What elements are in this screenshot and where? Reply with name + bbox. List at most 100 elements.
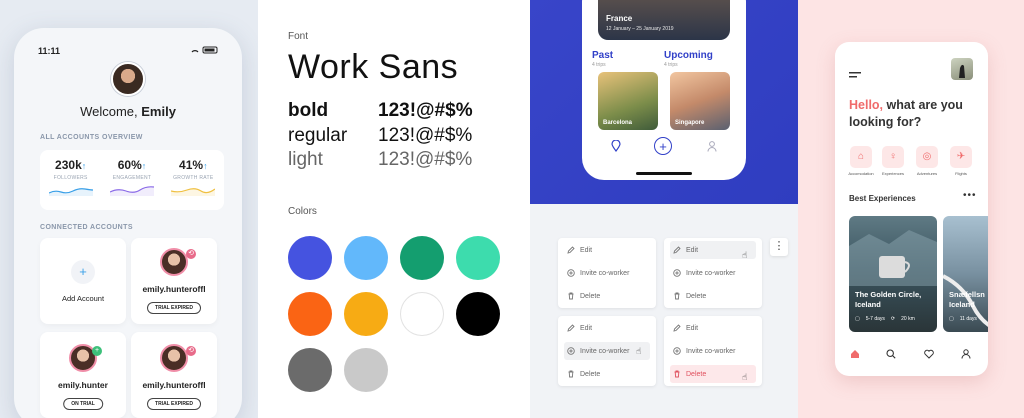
invite-menu-item[interactable]: Invite co-worker xyxy=(670,342,756,360)
stat-engagement: 60%↑ ENGAGEMENT xyxy=(106,158,158,210)
add-account-label: Add Account xyxy=(61,294,105,303)
plus-icon: + xyxy=(71,260,95,284)
status-badge: TRIAL EXPIRED xyxy=(147,398,201,410)
tab-past[interactable]: Past xyxy=(592,50,613,61)
experience-name: Snæfellsn Iceland xyxy=(949,290,985,309)
travel-panel: France 12 January – 25 January 2019 Past… xyxy=(530,0,798,418)
colors-label: Colors xyxy=(288,206,317,217)
more-options-button[interactable]: ⋮ xyxy=(770,238,788,256)
hero-dates: 12 January – 25 January 2019 xyxy=(606,26,674,32)
pencil-icon xyxy=(567,324,580,332)
color-swatch xyxy=(288,236,332,280)
category-accomodation[interactable]: ⌂ Accomodation xyxy=(845,146,877,176)
user-avatar[interactable] xyxy=(951,58,973,80)
stat-growth: 41%↑ GROWTH RATE xyxy=(167,158,219,210)
account-card[interactable]: + emily.hunter ON TRIAL xyxy=(40,332,126,418)
menu-icon[interactable] xyxy=(849,66,861,84)
account-card[interactable]: ⟲ emily.hunteroffl TRIAL EXPIRED xyxy=(131,332,217,418)
user-name: Emily xyxy=(141,104,176,119)
profile-icon[interactable] xyxy=(706,140,718,152)
edit-menu-item[interactable]: Edit xyxy=(564,241,650,259)
travel-app-backdrop: France 12 January – 25 January 2019 Past… xyxy=(530,0,798,204)
delete-menu-item[interactable]: Delete xyxy=(670,287,756,305)
route-icon: ⟳ xyxy=(890,316,896,322)
category-adventures[interactable]: ◎ Adventures xyxy=(911,146,943,176)
edit-menu-item[interactable]: Edit xyxy=(670,319,756,337)
tab-upcoming[interactable]: Upcoming xyxy=(664,50,713,61)
design-showcase: 11:11 Welcome, Emily ALL ACCOUNTS OVERVI… xyxy=(0,0,1024,418)
experience-name: The Golden Circle, Iceland xyxy=(855,290,922,309)
status-badge: ON TRIAL xyxy=(63,398,103,410)
delete-menu-item[interactable]: Delete xyxy=(564,365,650,383)
account-name: emily.hunter xyxy=(58,380,108,390)
add-trip-icon[interactable]: + xyxy=(654,137,672,155)
experience-card[interactable]: Snæfellsn Iceland ▢ 11 days xyxy=(943,216,988,332)
status-bar: 11:11 xyxy=(38,46,220,56)
experience-meta: ▢ 5-7 days ⟳ 20 km xyxy=(855,316,915,322)
heart-icon[interactable] xyxy=(922,347,936,361)
trash-icon xyxy=(567,370,580,378)
followers-sparkline xyxy=(48,188,93,196)
color-swatch xyxy=(400,292,444,336)
account-avatar xyxy=(160,344,188,372)
color-swatch xyxy=(344,348,388,392)
calendar-icon: ▢ xyxy=(949,316,954,322)
profile-avatar[interactable] xyxy=(111,62,145,96)
phone-mockup: Hello, what are you looking for? ⌂ Accomod… xyxy=(835,42,988,376)
hero-title: France xyxy=(606,14,633,23)
plane-icon: ✈ xyxy=(950,146,972,168)
context-menu: Edit Invite co-worker Delete xyxy=(664,238,762,308)
account-card[interactable]: ⟲ emily.hunteroffl TRIAL EXPIRED xyxy=(131,238,217,324)
trip-thumbnail[interactable]: Singapore xyxy=(670,72,730,130)
trash-icon xyxy=(567,292,580,300)
category-flights[interactable]: ✈ Flights xyxy=(945,146,977,176)
style-guide-panel: Font Work Sans bold 123!@#$% regular 123!@… xyxy=(258,0,530,418)
context-menu: Edit Invite co-worker Delete xyxy=(558,238,656,308)
plus-circle-icon xyxy=(567,269,580,277)
more-icon[interactable]: ••• xyxy=(963,190,977,201)
account-name: emily.hunteroffl xyxy=(142,284,206,294)
edit-menu-item[interactable]: Edit xyxy=(564,319,650,337)
connected-title: CONNECTED ACCOUNTS xyxy=(40,224,133,231)
font-name: Work Sans xyxy=(288,48,459,86)
color-swatch xyxy=(344,292,388,336)
experience-card[interactable]: The Golden Circle, Iceland ▢ 5-7 days ⟳ 20 k… xyxy=(849,216,937,332)
engagement-sparkline xyxy=(109,186,154,196)
trip-thumbnail[interactable]: Barcelona xyxy=(598,72,658,130)
account-avatar xyxy=(160,248,188,276)
color-swatch xyxy=(456,292,500,336)
calendar-icon: ▢ xyxy=(855,316,860,322)
category-experiences[interactable]: ♀ Experiences xyxy=(877,146,909,176)
search-icon[interactable] xyxy=(884,347,898,361)
phone-mockup: France 12 January – 25 January 2019 Past… xyxy=(582,0,746,180)
home-icon[interactable] xyxy=(848,347,862,361)
pointer-cursor-icon: ☝ xyxy=(742,250,748,260)
trip-hero-card[interactable]: France 12 January – 25 January 2019 xyxy=(598,0,730,40)
pencil-icon xyxy=(567,246,580,254)
profile-icon[interactable] xyxy=(959,347,973,361)
plus-circle-icon xyxy=(673,347,686,355)
phone-mockup: 11:11 Welcome, Emily ALL ACCOUNTS OVERVI… xyxy=(14,28,242,418)
color-swatch xyxy=(456,236,500,280)
status-badge: TRIAL EXPIRED xyxy=(147,302,201,314)
tab-upcoming-count: 4 trips xyxy=(664,62,678,68)
overview-title: ALL ACCOUNTS OVERVIEW xyxy=(40,134,143,141)
welcome-heading: Welcome, Emily xyxy=(80,104,176,119)
color-swatch xyxy=(288,348,332,392)
stat-followers: 230k↑ FOLLOWERS xyxy=(45,158,97,210)
compass-icon: ◎ xyxy=(916,146,938,168)
trash-icon xyxy=(673,292,686,300)
pin-icon[interactable] xyxy=(610,140,622,152)
add-account-card[interactable]: + Add Account xyxy=(40,238,126,324)
delete-menu-item[interactable]: Delete xyxy=(564,287,650,305)
tab-past-count: 4 trips xyxy=(592,62,606,68)
invite-menu-item[interactable]: Invite co-worker xyxy=(564,264,650,282)
experience-meta: ▢ 11 days xyxy=(949,316,977,322)
account-name: emily.hunteroffl xyxy=(142,380,206,390)
invite-menu-item[interactable]: Invite co-worker xyxy=(670,264,756,282)
home-icon: ⌂ xyxy=(850,146,872,168)
greeting-heading: Hello, what are you looking for? xyxy=(849,98,963,129)
sync-icon: ⟲ xyxy=(186,249,196,259)
pointer-cursor-icon: ☝ xyxy=(742,372,748,382)
signal-wifi-battery-icon xyxy=(190,46,220,56)
